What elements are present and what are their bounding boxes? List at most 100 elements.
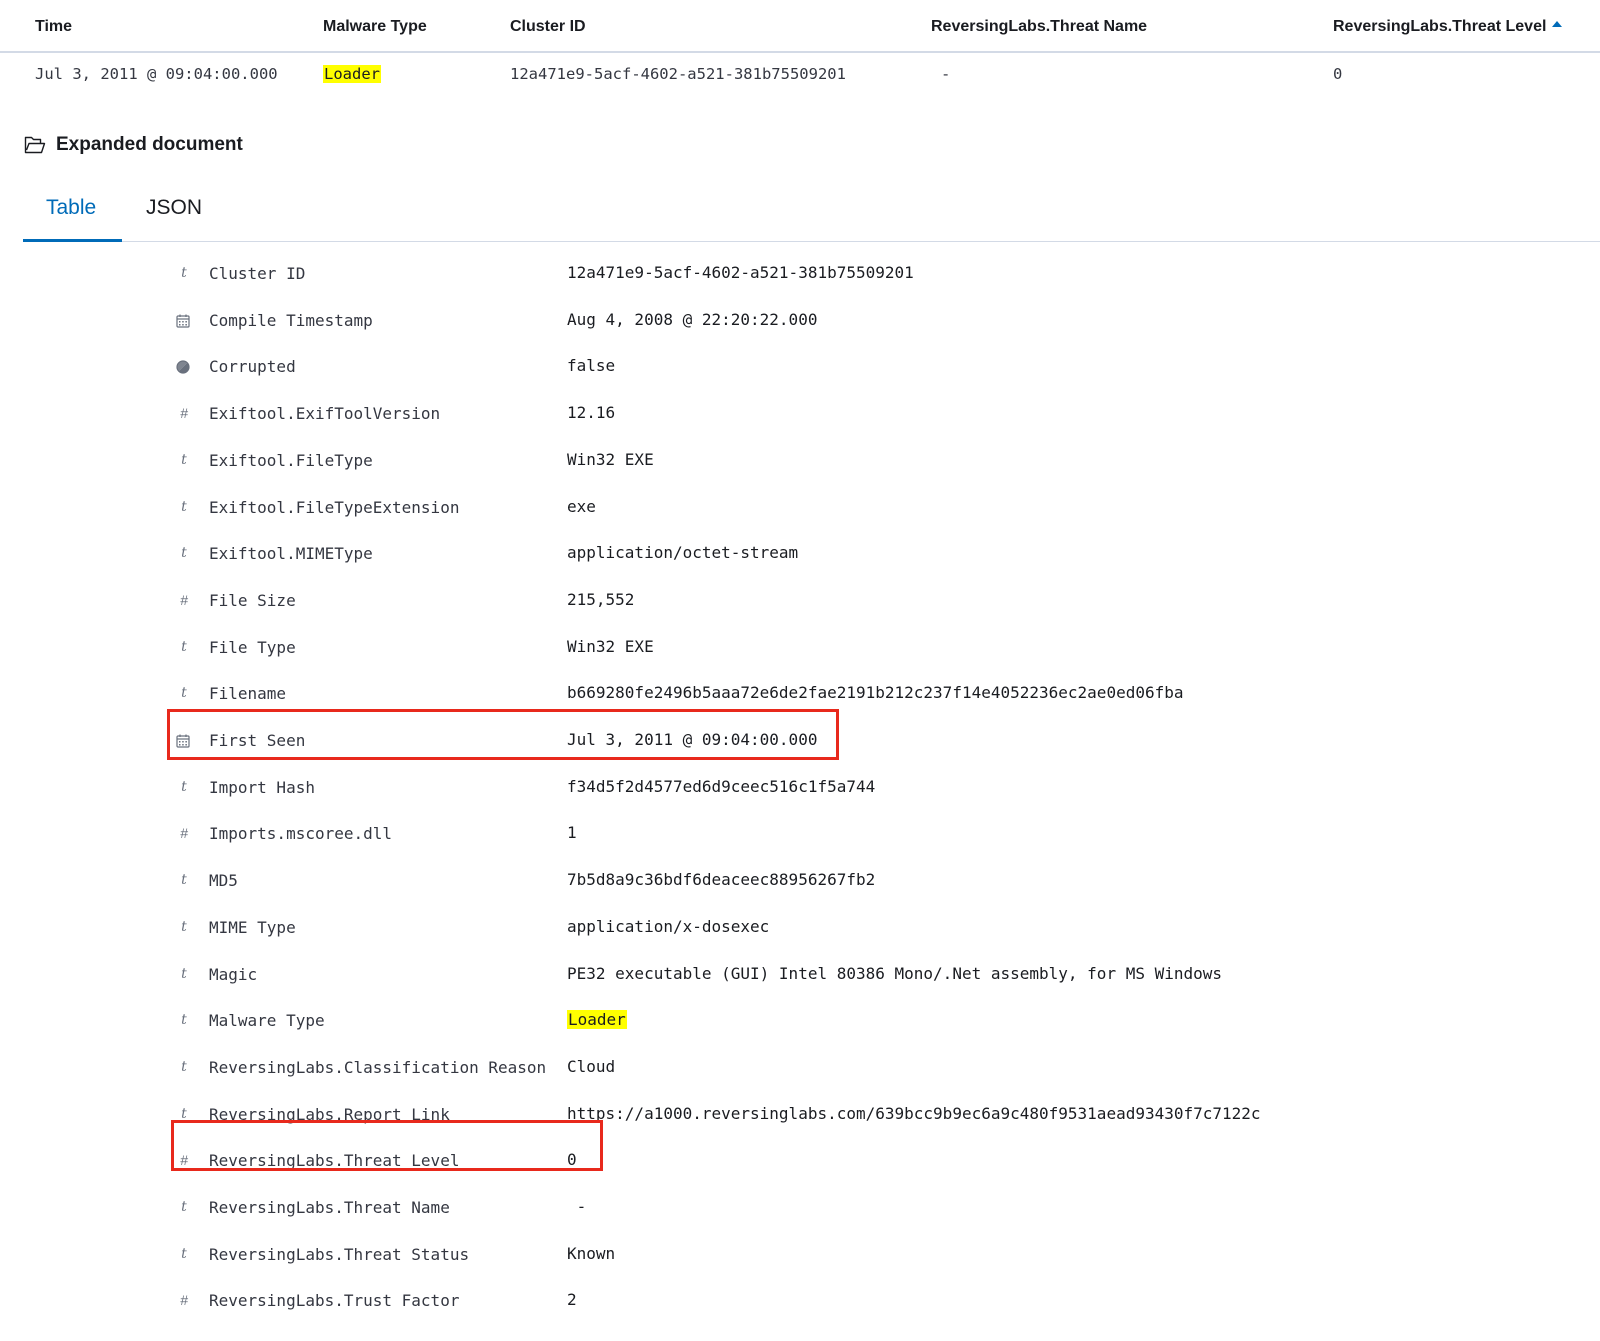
field-name: File Size bbox=[209, 590, 296, 610]
field-value: exe bbox=[567, 496, 596, 516]
cell-threat-name: - bbox=[941, 65, 951, 83]
number-type-icon: # bbox=[180, 1152, 188, 1169]
field-value: f34d5f2d4577ed6d9ceec516c1f5a744 bbox=[567, 776, 876, 796]
sort-ascending-icon[interactable] bbox=[1552, 21, 1563, 27]
string-type-icon: t bbox=[181, 451, 187, 468]
field-row[interactable]: t Exiftool.MIMEType application/octet-stre… bbox=[0, 532, 1600, 578]
folder-icon bbox=[24, 136, 46, 154]
field-value: 7b5d8a9c36bdf6deaceec88956267fb2 bbox=[567, 870, 876, 890]
number-type-icon: # bbox=[180, 825, 188, 842]
column-header-malware-type[interactable]: Malware Type bbox=[323, 18, 427, 36]
document-view-tabs: Table JSON bbox=[23, 186, 1600, 242]
field-name: ReversingLabs.Threat Level bbox=[209, 1151, 460, 1171]
expanded-document-title: Expanded document bbox=[56, 134, 243, 155]
field-value: 215,552 bbox=[567, 589, 635, 609]
string-type-icon: t bbox=[181, 918, 187, 935]
field-name: ReversingLabs.Report Link bbox=[209, 1104, 450, 1124]
field-row[interactable]: # Exiftool.ExifToolVersion 12.16 bbox=[0, 392, 1600, 438]
field-row[interactable]: t ReversingLabs.Classification Reason Clou… bbox=[0, 1046, 1600, 1092]
field-value: b669280fe2496b5aaa72e6de2fae2191b212c237… bbox=[567, 683, 1184, 703]
field-name: Exiftool.FileType bbox=[209, 450, 373, 470]
field-row[interactable]: t ReversingLabs.Report Link https://a1000.… bbox=[0, 1093, 1600, 1139]
field-row[interactable]: t Filename b669280fe2496b5aaa72e6de2fae219… bbox=[0, 672, 1600, 718]
field-value: Aug 4, 2008 @ 22:20:22.000 bbox=[567, 309, 818, 329]
field-name: ReversingLabs.Threat Name bbox=[209, 1198, 450, 1217]
field-value: https://a1000.reversinglabs.com/639bcc9b… bbox=[567, 1103, 1261, 1123]
field-row[interactable]: First Seen Jul 3, 2011 @ 09:04:00.000 bbox=[0, 719, 1600, 765]
field-row[interactable]: Compile Timestamp Aug 4, 2008 @ 22:20:22.… bbox=[0, 299, 1600, 345]
string-type-icon: t bbox=[181, 1012, 187, 1029]
field-name: Compile Timestamp bbox=[209, 310, 373, 330]
field-name: File Type bbox=[209, 637, 296, 657]
field-value: false bbox=[567, 356, 616, 376]
field-value: 0 bbox=[567, 1150, 577, 1170]
search-highlight: Loader bbox=[567, 1010, 627, 1030]
string-type-icon: t bbox=[181, 1245, 187, 1262]
string-type-icon: t bbox=[181, 265, 187, 281]
field-value: Cloud bbox=[567, 1056, 616, 1076]
field-name: Imports.mscoree.dll bbox=[209, 824, 393, 844]
number-type-icon: # bbox=[180, 1292, 188, 1309]
cell-time: Jul 3, 2011 @ 09:04:00.000 bbox=[35, 65, 278, 83]
active-tab-indicator bbox=[23, 239, 122, 242]
results-table-header: Time Malware Type Cluster ID ReversingLa… bbox=[0, 0, 1600, 53]
cell-threat-level: 0 bbox=[1333, 65, 1343, 83]
field-row[interactable]: t File Type Win32 EXE bbox=[0, 626, 1600, 672]
field-value: 12.16 bbox=[567, 403, 616, 423]
calendar-icon bbox=[176, 314, 192, 328]
field-row[interactable]: # ReversingLabs.Threat Level 0 bbox=[0, 1139, 1600, 1185]
field-name: First Seen bbox=[209, 731, 306, 750]
field-name: Import Hash bbox=[209, 777, 315, 797]
expanded-document-header: Expanded document bbox=[24, 134, 243, 156]
string-type-icon: t bbox=[181, 872, 187, 889]
field-row[interactable]: # Imports.mscoree.dll 1 bbox=[0, 812, 1600, 858]
field-row[interactable]: t Import Hash f34d5f2d4577ed6d9ceec516c1f5… bbox=[0, 766, 1600, 812]
field-value: 1 bbox=[567, 823, 577, 843]
string-type-icon: t bbox=[181, 1199, 187, 1215]
string-type-icon: t bbox=[181, 965, 187, 982]
field-value: application/x-dosexec bbox=[567, 916, 770, 936]
field-name: Malware Type bbox=[209, 1011, 325, 1031]
number-type-icon: # bbox=[180, 591, 188, 608]
string-type-icon: t bbox=[181, 778, 187, 795]
string-type-icon: t bbox=[181, 1058, 187, 1075]
column-header-cluster-id[interactable]: Cluster ID bbox=[510, 18, 586, 36]
field-name: Corrupted bbox=[209, 357, 296, 377]
tab-table[interactable]: Table bbox=[46, 196, 96, 220]
column-header-threat-name[interactable]: ReversingLabs.Threat Name bbox=[931, 18, 1147, 36]
column-header-threat-level[interactable]: ReversingLabs.Threat Level bbox=[1333, 18, 1563, 36]
field-value: Loader bbox=[567, 1010, 627, 1030]
column-header-threat-level-label: ReversingLabs.Threat Level bbox=[1333, 18, 1547, 35]
string-type-icon: t bbox=[181, 685, 187, 702]
field-row[interactable]: t Cluster ID 12a471e9-5acf-4602-a521-381b7… bbox=[0, 252, 1600, 298]
field-value: 2 bbox=[567, 1290, 577, 1310]
field-value: Win32 EXE bbox=[567, 636, 654, 656]
field-name: Exiftool.FileTypeExtension bbox=[209, 497, 460, 517]
cell-cluster-id: 12a471e9-5acf-4602-a521-381b75509201 bbox=[510, 65, 846, 83]
field-row[interactable]: t Magic PE32 executable (GUI) Intel 80386 … bbox=[0, 953, 1600, 999]
field-row[interactable]: t ReversingLabs.Threat Name - bbox=[0, 1186, 1600, 1232]
field-name: MIME Type bbox=[209, 917, 296, 937]
field-value: Jul 3, 2011 @ 09:04:00.000 bbox=[567, 730, 818, 749]
field-row[interactable]: t MD5 7b5d8a9c36bdf6deaceec88956267fb2 bbox=[0, 859, 1600, 905]
field-row[interactable]: t Exiftool.FileTypeExtension exe bbox=[0, 486, 1600, 532]
search-highlight: Loader bbox=[323, 65, 381, 83]
string-type-icon: t bbox=[181, 1105, 187, 1122]
field-row[interactable]: t ReversingLabs.Threat Status Known bbox=[0, 1233, 1600, 1279]
string-type-icon: t bbox=[181, 545, 187, 562]
field-name: Magic bbox=[209, 964, 258, 984]
field-row[interactable]: t Exiftool.FileType Win32 EXE bbox=[0, 439, 1600, 485]
number-type-icon: # bbox=[180, 405, 188, 422]
column-header-time[interactable]: Time bbox=[35, 18, 72, 36]
field-row[interactable]: t Malware Type Loader bbox=[0, 999, 1600, 1045]
field-row[interactable]: t MIME Type application/x-dosexec bbox=[0, 906, 1600, 952]
string-type-icon: t bbox=[181, 498, 187, 515]
field-row[interactable]: # File Size 215,552 bbox=[0, 579, 1600, 625]
field-row[interactable]: Corrupted false bbox=[0, 345, 1600, 391]
field-name: MD5 bbox=[209, 871, 238, 891]
cell-malware-type: Loader bbox=[323, 65, 381, 83]
tab-json[interactable]: JSON bbox=[146, 196, 202, 220]
field-row[interactable]: # ReversingLabs.Trust Factor 2 bbox=[0, 1279, 1600, 1325]
field-name: ReversingLabs.Classification Reason bbox=[209, 1057, 547, 1077]
field-name: Exiftool.MIMEType bbox=[209, 544, 373, 564]
